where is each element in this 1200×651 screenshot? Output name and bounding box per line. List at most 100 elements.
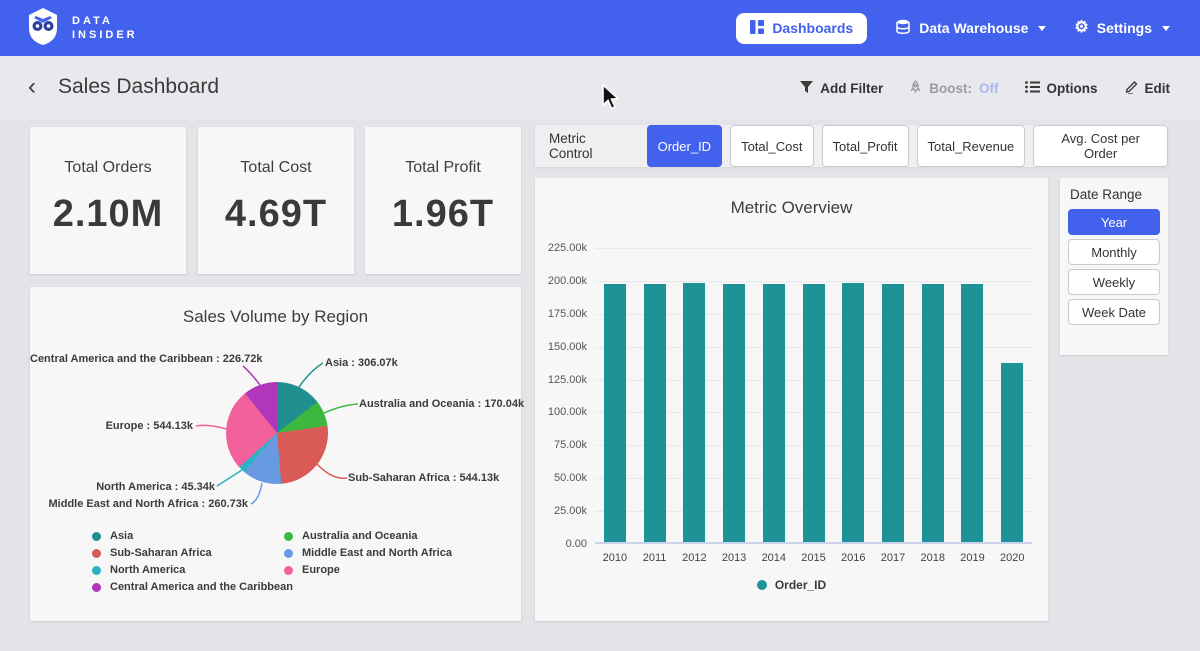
mouse-cursor [600, 84, 622, 117]
legend-dot [92, 532, 101, 541]
legend-dot [284, 549, 293, 558]
kpi-total-cost: Total Cost 4.69T [198, 127, 354, 274]
pie-chart-title: Sales Volume by Region [30, 307, 521, 327]
x-tick-label: 2010 [595, 552, 635, 564]
date-range-monthly[interactable]: Monthly [1068, 239, 1160, 265]
kpi-value: 2.10M [30, 193, 186, 236]
y-tick-label: 200.00k [535, 275, 587, 287]
chevron-down-icon [1162, 26, 1170, 31]
bar-2017 [882, 284, 904, 542]
x-tick-label: 2011 [635, 552, 675, 564]
kpi-value: 1.96T [365, 193, 521, 236]
list-options-icon [1025, 81, 1040, 96]
add-filter-button[interactable]: Add Filter [800, 81, 883, 96]
date-range-label: Date Range [1070, 187, 1160, 202]
legend-item-europe: Europe [284, 564, 452, 576]
y-tick-label: 125.00k [535, 374, 587, 386]
pie-chart-legend: AsiaAustralia and OceaniaSub-Saharan Afr… [92, 530, 452, 593]
legend-label: Asia [110, 530, 133, 542]
legend-label: Central America and the Caribbean [110, 581, 293, 593]
legend-dot [757, 580, 767, 590]
owl-logo-icon [24, 6, 62, 51]
kpi-label: Total Cost [198, 159, 354, 177]
metric-overview-chart-panel: Metric Overview 225.00k 200.00k 175.00k 150… [535, 178, 1048, 621]
nav-settings-menu[interactable]: ⚙ Settings [1074, 20, 1170, 36]
pie-chart [226, 382, 328, 484]
brand-name: DATA INSIDER [72, 14, 138, 42]
rocket-icon [909, 80, 922, 97]
y-tick-label: 100.00k [535, 406, 587, 418]
top-nav: DATA INSIDER Dashboards [0, 0, 1200, 56]
database-icon [895, 19, 911, 38]
date-range-panel: Date Range Year Monthly Weekly Week Date [1060, 178, 1168, 355]
y-tick-label: 225.00k [535, 242, 587, 254]
data-warehouse-label: Data Warehouse [919, 20, 1028, 36]
x-tick-label: 2014 [754, 552, 794, 564]
legend-item-asia: Asia [92, 530, 284, 542]
bar-2015 [803, 284, 825, 542]
bar-chart-x-axis: 2010201120122013201420152016201720182019… [595, 552, 1032, 564]
date-range-options: Year Monthly Weekly Week Date [1068, 209, 1160, 325]
add-filter-label: Add Filter [820, 81, 883, 96]
pencil-icon [1124, 80, 1138, 97]
kpi-value: 4.69T [198, 193, 354, 236]
chevron-down-icon [1038, 26, 1046, 31]
kpi-label: Total Orders [30, 159, 186, 177]
x-tick-label: 2013 [714, 552, 754, 564]
y-tick-label: 150.00k [535, 341, 587, 353]
metric-control-options: Order_IDTotal_CostTotal_ProfitTotal_Reve… [647, 125, 1168, 167]
kpi-label: Total Profit [365, 159, 521, 177]
date-range-year[interactable]: Year [1068, 209, 1160, 235]
boost-value: Off [979, 81, 999, 96]
bar-2011 [644, 284, 666, 542]
x-tick-label: 2018 [913, 552, 953, 564]
options-button[interactable]: Options [1025, 81, 1098, 96]
bar-2016 [842, 283, 864, 542]
metric-control-label: Metric Control [549, 131, 633, 161]
x-tick-label: 2020 [992, 552, 1032, 564]
edit-label: Edit [1145, 81, 1171, 96]
legend-item-middle-east-and-north-africa: Middle East and North Africa [284, 547, 452, 559]
bar-chart-legend: Order_ID [535, 578, 1048, 592]
sales-volume-pie-panel: Sales Volume by Region Asia : 306.07k Ce… [30, 287, 521, 621]
metric-option-total-cost[interactable]: Total_Cost [730, 125, 813, 167]
page-title: Sales Dashboard [58, 75, 219, 99]
x-tick-label: 2015 [794, 552, 834, 564]
bar-chart-y-axis: 225.00k 200.00k 175.00k 150.00k 125.00k 100.0… [535, 178, 587, 621]
pie-label-asia: Asia : 306.07k [325, 357, 398, 369]
legend-item-north-america: North America [92, 564, 284, 576]
edit-button[interactable]: Edit [1124, 80, 1171, 97]
bar-chart-title: Metric Overview [535, 198, 1048, 218]
y-tick-label: 175.00k [535, 308, 587, 320]
nav-data-warehouse-menu[interactable]: Data Warehouse [895, 19, 1046, 38]
boost-toggle[interactable]: Boost: Off [909, 80, 998, 97]
bar-2014 [763, 284, 785, 542]
metric-option-total-profit[interactable]: Total_Profit [822, 125, 909, 167]
x-tick-label: 2019 [953, 552, 993, 564]
y-tick-label: 25.00k [535, 505, 587, 517]
bar-chart-plot [595, 248, 1032, 544]
bar-2010 [604, 284, 626, 542]
bar-2013 [723, 284, 745, 542]
legend-label: Europe [302, 564, 340, 576]
legend-label: North America [110, 564, 185, 576]
pie-label-europe: Europe : 544.13k [30, 420, 193, 432]
back-button[interactable]: ‹ [28, 73, 36, 101]
date-range-weekly[interactable]: Weekly [1068, 269, 1160, 295]
pie-label-australia-oceania: Australia and Oceania : 170.04k [359, 398, 524, 410]
brand-logo[interactable]: DATA INSIDER [24, 6, 138, 51]
legend-dot [284, 566, 293, 575]
boost-label: Boost: [929, 81, 972, 96]
legend-dot [92, 583, 101, 592]
legend-item-central-america-and-the-caribbean: Central America and the Caribbean [92, 581, 284, 593]
bar-2018 [922, 284, 944, 542]
pie-label-central-america: Central America and the Caribbean : 226.… [30, 353, 240, 365]
date-range-week-date[interactable]: Week Date [1068, 299, 1160, 325]
metric-option-order-id[interactable]: Order_ID [647, 125, 722, 167]
metric-option-avg-cost-per-order[interactable]: Avg. Cost per Order [1033, 125, 1168, 167]
metric-option-total-revenue[interactable]: Total_Revenue [917, 125, 1026, 167]
legend-label: Middle East and North Africa [302, 547, 452, 559]
y-tick-label: 50.00k [535, 472, 587, 484]
filter-icon [800, 81, 813, 96]
nav-dashboards-button[interactable]: Dashboards [736, 13, 867, 44]
